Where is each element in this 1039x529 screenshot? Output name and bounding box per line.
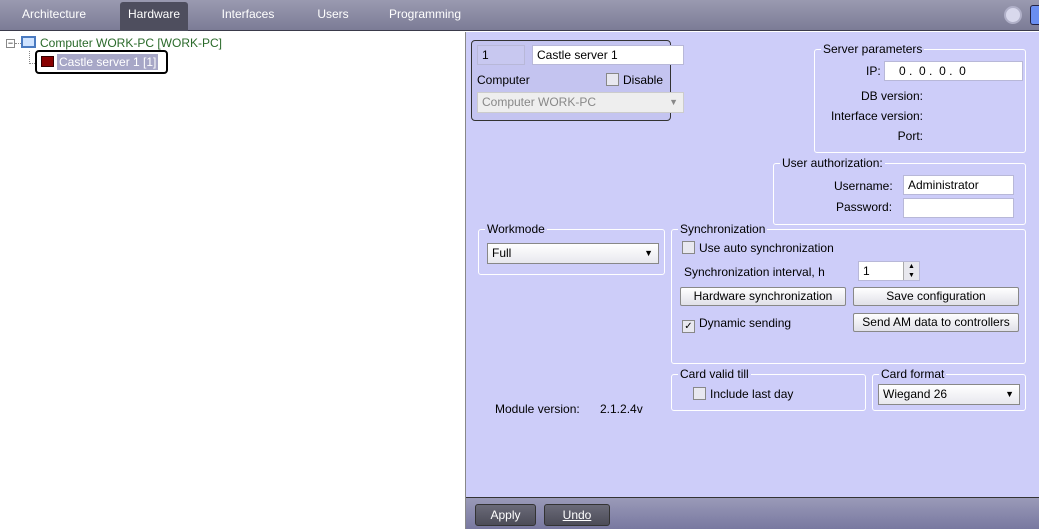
include-last-day-checkbox[interactable]: Include last day [693, 387, 793, 401]
module-version-label: Module version: [495, 402, 580, 416]
module-version-value: 2.1.2.4v [600, 402, 643, 416]
computer-label: Computer [477, 73, 530, 87]
card-valid-group: Card valid till Include last day [671, 367, 866, 411]
interface-version-label: Interface version: [830, 109, 923, 123]
username-label: Username: [834, 179, 893, 193]
tab-programming[interactable]: Programming [388, 2, 462, 31]
workmode-select[interactable]: Full ▼ [487, 243, 659, 264]
ip-field[interactable]: 0 . 0 . 0 . 0 [884, 61, 1023, 81]
password-label: Password: [836, 200, 893, 214]
settings-icon[interactable] [1004, 6, 1022, 24]
tree-item-server[interactable]: Castle server 1 [1] [57, 54, 159, 70]
disable-checkbox[interactable]: Disable [606, 73, 663, 87]
undo-button[interactable]: Undo [544, 504, 610, 526]
save-configuration-button[interactable]: Save configuration [853, 287, 1019, 306]
tab-users[interactable]: Users [305, 2, 361, 31]
id-field[interactable]: 1 [477, 45, 525, 65]
computer-select[interactable]: Computer WORK-PC ▼ [477, 92, 684, 113]
workmode-group: Workmode Full ▼ [478, 222, 665, 275]
card-format-group: Card format Wiegand 26 ▼ [872, 367, 1026, 411]
footer-bar: Apply Undo [466, 497, 1039, 529]
window-icon[interactable] [1030, 5, 1039, 25]
tab-interfaces[interactable]: Interfaces [214, 2, 282, 31]
tree-item-computer[interactable]: Computer WORK-PC [WORK-PC] [40, 36, 222, 50]
sync-interval-stepper[interactable]: 1 ▲ ▼ [858, 261, 920, 281]
tab-hardware[interactable]: Hardware [120, 2, 188, 31]
db-version-label: DB version: [860, 89, 923, 103]
settings-panel: 1 Castle server 1 Computer Disable Compu… [466, 32, 1039, 497]
username-field[interactable]: Administrator [903, 175, 1014, 195]
name-field[interactable]: Castle server 1 [532, 45, 684, 65]
hardware-tree: − Computer WORK-PC [WORK-PC] Castle serv… [0, 32, 466, 529]
hardware-sync-button[interactable]: Hardware synchronization [680, 287, 846, 306]
tab-architecture[interactable]: Architecture [14, 2, 94, 31]
sync-interval-label: Synchronization interval, h [684, 265, 825, 279]
send-am-data-button[interactable]: Send AM data to controllers [853, 313, 1019, 332]
apply-button[interactable]: Apply [475, 504, 536, 526]
password-field[interactable] [903, 198, 1014, 218]
dynamic-sending-checkbox[interactable]: ✓ Dynamic sending [682, 316, 791, 333]
synchronization-group: Synchronization Use auto synchronization… [671, 222, 1026, 364]
ip-label: IP: [866, 64, 881, 78]
collapse-icon[interactable]: − [6, 39, 15, 48]
auto-sync-checkbox[interactable]: Use auto synchronization [682, 241, 834, 255]
port-label: Port: [897, 129, 923, 143]
server-parameters-group: Server parameters IP: 0 . 0 . 0 . 0 DB v… [814, 42, 1026, 153]
user-authorization-group: User authorization: Username: Administra… [773, 156, 1026, 225]
server-icon [41, 56, 54, 67]
card-format-select[interactable]: Wiegand 26 ▼ [878, 384, 1020, 405]
top-nav: Architecture Hardware Interfaces Users P… [0, 0, 1039, 31]
computer-icon [21, 36, 36, 48]
